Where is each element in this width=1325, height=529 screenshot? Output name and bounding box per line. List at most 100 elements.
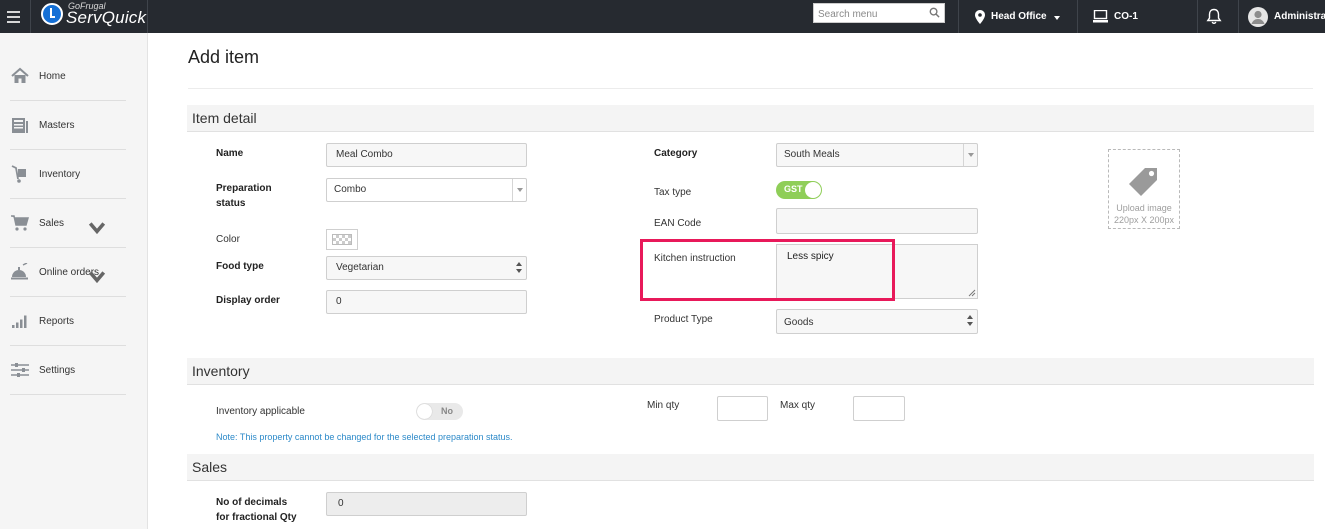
preparation-status-label-line1: Preparation	[216, 183, 272, 194]
preparation-status-label-line2: status	[216, 198, 246, 209]
sidebar: Home Masters Inventory Sales Online orde…	[0, 33, 148, 529]
tag-icon	[1129, 168, 1157, 196]
notifications-button[interactable]	[1206, 0, 1228, 33]
decimals-label-line2: for fractional Qty	[216, 512, 297, 523]
home-icon	[11, 67, 29, 83]
name-label: Name	[216, 148, 244, 159]
divider	[30, 0, 31, 33]
color-label: Color	[216, 234, 240, 245]
chevron-down-icon	[88, 222, 106, 235]
online-orders-icon	[11, 263, 28, 280]
search-icon[interactable]	[929, 7, 940, 18]
top-bar: GoFrugal ServQuick Head Office CO-1 Admi…	[0, 0, 1325, 33]
search-input[interactable]	[814, 5, 924, 24]
menu-icon[interactable]	[0, 0, 26, 33]
product-type-value: Goods	[784, 317, 814, 328]
inventory-icon	[11, 165, 26, 183]
chevron-down-icon	[512, 179, 526, 201]
max-qty-field[interactable]	[853, 396, 905, 421]
divider	[147, 0, 148, 33]
divider	[958, 0, 959, 33]
toggle-knob	[417, 404, 432, 419]
divider	[1238, 0, 1239, 33]
sidebar-item-inventory[interactable]: Inventory	[10, 150, 126, 199]
inventory-note: Note: This property cannot be changed fo…	[216, 432, 513, 442]
sidebar-item-label: Settings	[39, 364, 76, 376]
product-type-select[interactable]: Goods	[776, 309, 978, 334]
upload-image-text: Upload image 220px X 200px	[1109, 202, 1179, 226]
masters-icon	[12, 118, 28, 133]
category-label: Category	[654, 148, 698, 159]
location-label: Head Office	[991, 11, 1047, 22]
tax-type-toggle[interactable]: GST	[776, 181, 822, 199]
sidebar-item-home[interactable]: Home	[10, 52, 126, 101]
ean-code-label: EAN Code	[654, 218, 702, 229]
section-sales: Sales	[187, 454, 1314, 481]
preparation-status-label: Preparation status	[216, 181, 272, 211]
category-select[interactable]: South Meals	[776, 143, 978, 167]
category-value: South Meals	[784, 149, 840, 160]
upload-image-button[interactable]: Upload image 220px X 200px	[1108, 149, 1180, 229]
sidebar-item-sales[interactable]: Sales	[10, 199, 126, 248]
sidebar-item-label: Inventory	[39, 168, 81, 180]
min-qty-field[interactable]	[717, 396, 768, 421]
decimals-field[interactable]: 0	[326, 492, 527, 516]
avatar-icon	[1248, 6, 1268, 27]
app-logo[interactable]: GoFrugal ServQuick	[40, 1, 146, 32]
preparation-status-value: Combo	[334, 184, 367, 195]
food-type-select[interactable]: Vegetarian	[326, 256, 527, 280]
color-picker[interactable]	[326, 229, 358, 250]
inventory-applicable-label: Inventory applicable	[216, 406, 305, 417]
sidebar-item-masters[interactable]: Masters	[10, 101, 126, 150]
user-name: Administra	[1274, 11, 1325, 22]
search-menu[interactable]	[813, 3, 945, 24]
upload-image-label: Upload image	[1116, 203, 1172, 213]
sidebar-item-settings[interactable]: Settings	[10, 346, 126, 395]
logo-product: ServQuick	[66, 8, 147, 27]
divider	[1197, 0, 1198, 33]
sidebar-item-reports[interactable]: Reports	[10, 297, 126, 346]
chevron-down-icon	[963, 144, 977, 166]
counter-label: CO-1	[1114, 11, 1138, 22]
cart-icon	[11, 215, 29, 231]
upload-image-size: 220px X 200px	[1113, 215, 1175, 225]
sidebar-item-label: Home	[39, 70, 66, 82]
divider	[188, 88, 1313, 89]
tax-type-value: GST	[784, 184, 803, 194]
sliders-icon	[11, 363, 29, 377]
location-pin-icon	[975, 9, 985, 24]
select-updown-icon	[516, 262, 522, 274]
transparent-swatch-icon	[332, 234, 352, 245]
section-item-detail: Item detail	[187, 105, 1314, 132]
toggle-knob	[805, 182, 821, 198]
display-order-label: Display order	[216, 295, 280, 306]
divider	[1077, 0, 1078, 33]
page-title: Add item	[188, 47, 260, 67]
max-qty-label: Max qty	[780, 400, 816, 411]
decimals-label-line1: No of decimals	[216, 497, 288, 508]
tax-type-label: Tax type	[654, 187, 692, 198]
inventory-applicable-toggle[interactable]: No	[416, 403, 463, 420]
bar-chart-icon	[12, 315, 27, 328]
product-type-label: Product Type	[654, 314, 713, 325]
counter-selector[interactable]: CO-1	[1093, 0, 1138, 33]
chevron-down-icon	[1053, 15, 1060, 20]
sidebar-item-online-orders[interactable]: Online orders	[10, 248, 126, 297]
sidebar-item-label: Sales	[39, 217, 65, 229]
highlight-box	[640, 239, 895, 301]
preparation-status-select[interactable]: Combo	[326, 178, 527, 202]
resize-grip-icon[interactable]	[968, 289, 976, 297]
location-selector[interactable]: Head Office	[975, 0, 1060, 33]
min-qty-label: Min qty	[647, 400, 680, 411]
section-inventory: Inventory	[187, 358, 1314, 385]
inventory-applicable-value: No	[441, 406, 453, 416]
user-menu[interactable]: Administra	[1248, 0, 1325, 33]
sidebar-item-label: Reports	[39, 315, 75, 327]
monitor-icon	[1093, 10, 1108, 23]
ean-code-field[interactable]	[776, 208, 978, 234]
food-type-label: Food type	[216, 261, 264, 272]
sidebar-item-label: Masters	[39, 119, 75, 131]
name-field[interactable]: Meal Combo	[326, 143, 527, 167]
bell-icon	[1206, 8, 1222, 24]
display-order-field[interactable]: 0	[326, 290, 527, 314]
